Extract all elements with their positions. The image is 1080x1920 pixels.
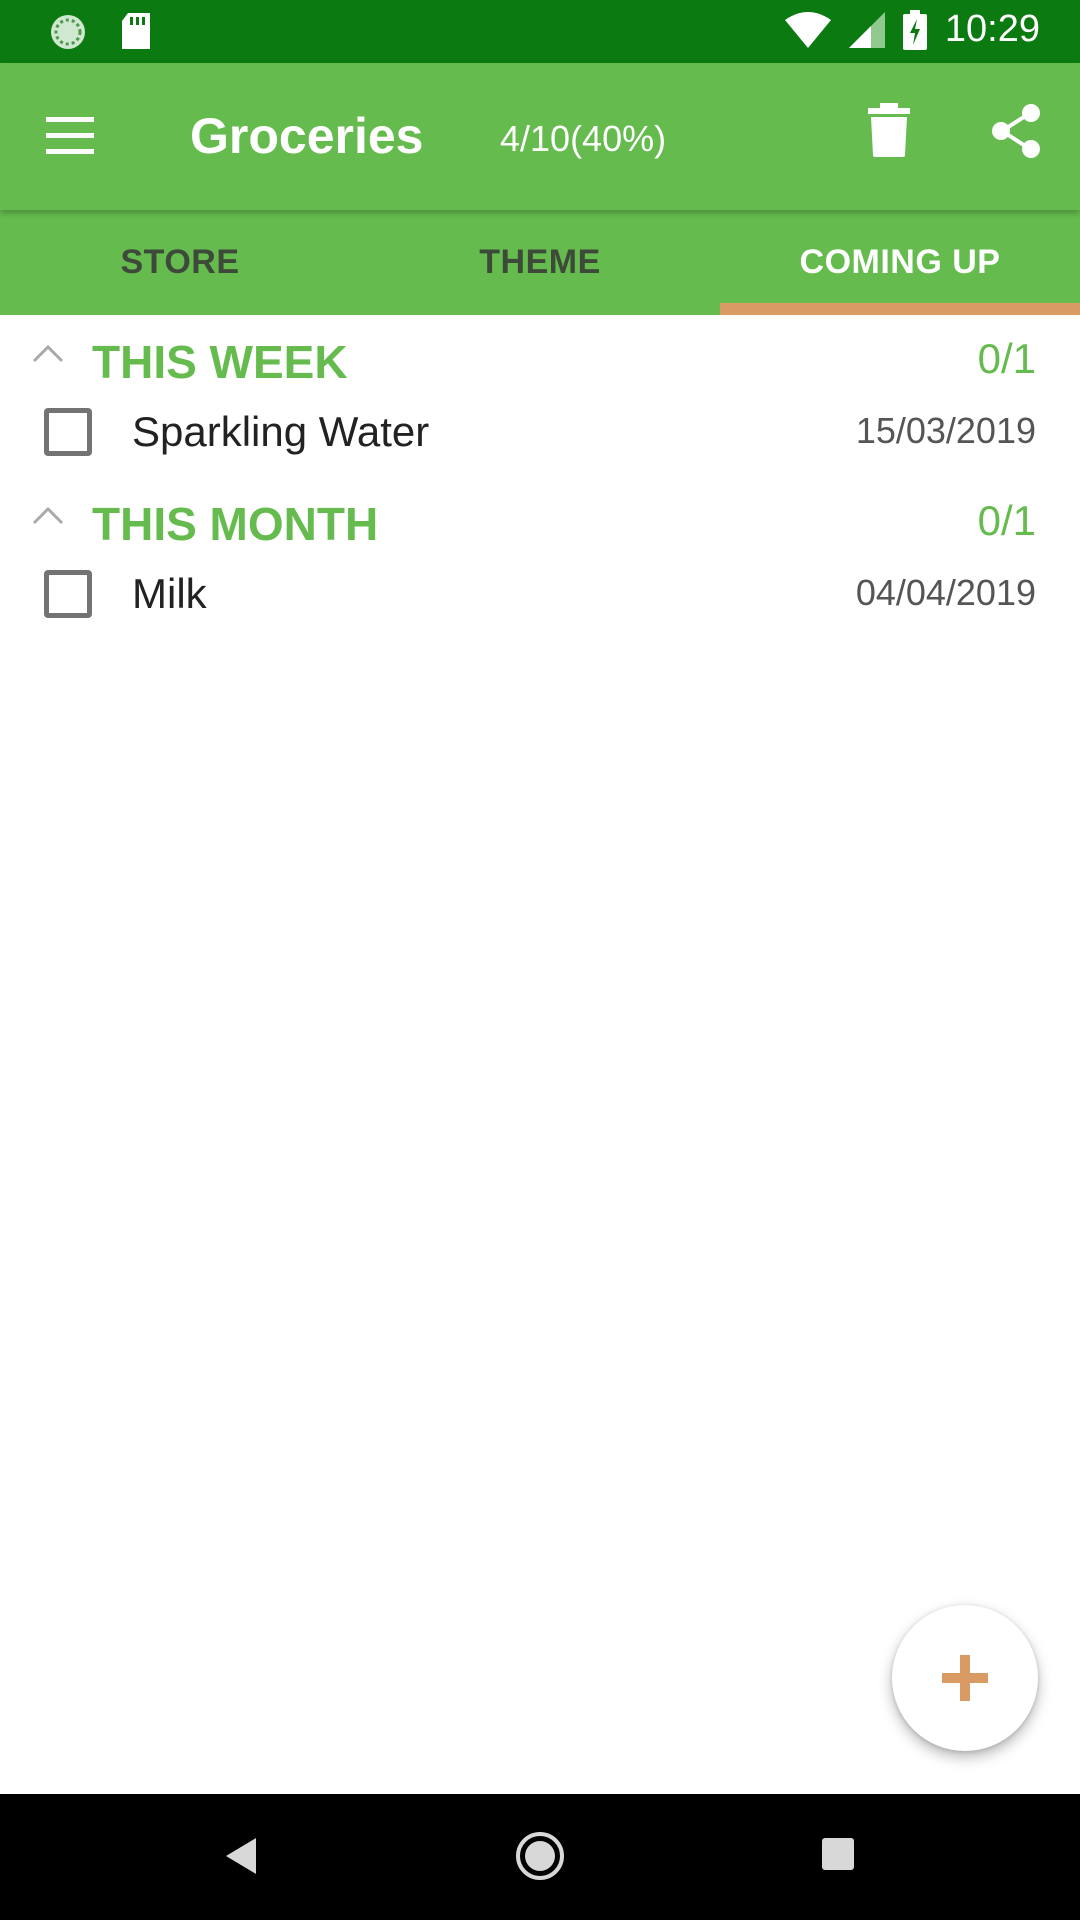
- active-tab-indicator: [720, 303, 1080, 315]
- section-title: THIS WEEK: [92, 336, 348, 388]
- status-bar: 10:29: [0, 0, 1080, 63]
- trash-icon[interactable]: [868, 103, 910, 157]
- home-icon[interactable]: [514, 1830, 566, 1882]
- section-count: 0/1: [977, 335, 1036, 382]
- chevron-up-icon[interactable]: [30, 341, 66, 365]
- back-icon[interactable]: [222, 1836, 258, 1876]
- list-title: Groceries: [190, 108, 424, 164]
- item-date: 15/03/2019: [855, 410, 1036, 451]
- list-item[interactable]: Sparkling Water 15/03/2019: [0, 398, 1080, 478]
- add-icon: [942, 1655, 988, 1701]
- tab-store[interactable]: STORE: [0, 210, 360, 315]
- tab-coming-up[interactable]: COMING UP: [720, 210, 1080, 315]
- item-name: Sparkling Water: [132, 408, 430, 455]
- tab-bar: STORE THEME COMING UP: [0, 210, 1080, 315]
- item-date: 04/04/2019: [855, 572, 1036, 613]
- item-name: Milk: [132, 570, 207, 617]
- app-bar: Groceries 4/10(40%): [0, 63, 1080, 210]
- tab-theme[interactable]: THEME: [360, 210, 720, 315]
- share-icon[interactable]: [990, 103, 1042, 159]
- list-item[interactable]: Milk 04/04/2019: [0, 560, 1080, 640]
- status-time: 10:29: [944, 8, 1040, 50]
- sync-icon: [51, 15, 85, 49]
- status-left-icons: [48, 12, 152, 52]
- list-progress: 4/10(40%): [500, 118, 667, 159]
- item-checkbox[interactable]: [44, 408, 92, 456]
- status-right-icons: 10:29: [784, 8, 1040, 51]
- recents-icon[interactable]: [820, 1836, 856, 1872]
- wifi-icon: [784, 11, 831, 48]
- system-nav-bar: [0, 1794, 1080, 1920]
- item-checkbox[interactable]: [44, 570, 92, 618]
- menu-icon[interactable]: [46, 113, 98, 159]
- chevron-up-icon[interactable]: [30, 503, 66, 527]
- section-this-week-header[interactable]: THIS WEEK 0/1: [0, 327, 1080, 397]
- section-count: 0/1: [977, 497, 1036, 544]
- battery-charging-icon: [902, 9, 927, 50]
- add-item-button[interactable]: [892, 1605, 1038, 1751]
- sd-card-icon: [122, 13, 150, 49]
- signal-icon: [848, 11, 885, 48]
- section-this-month-header[interactable]: THIS MONTH 0/1: [0, 489, 1080, 559]
- section-title: THIS MONTH: [92, 498, 379, 550]
